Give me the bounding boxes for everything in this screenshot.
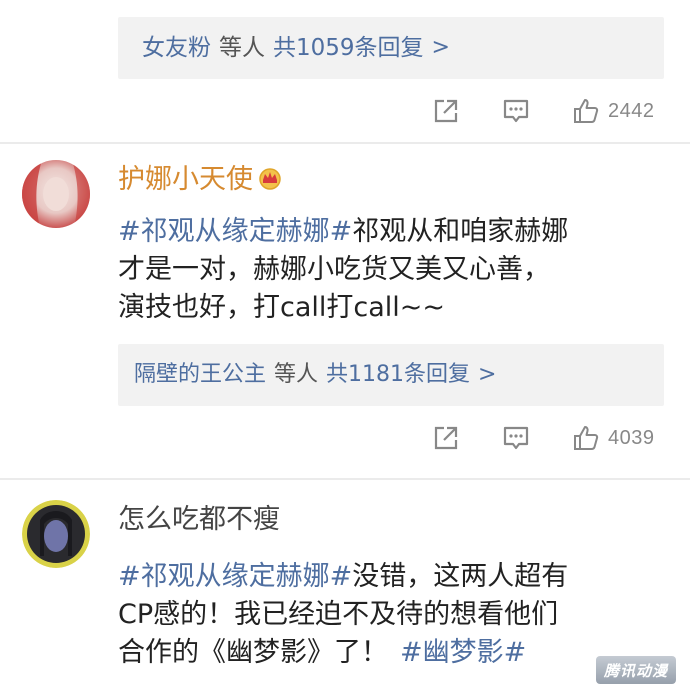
- watermark-logo: 腾讯动漫: [596, 656, 676, 684]
- comment-line: #祁观从缘定赫娜#没错，这两人超有: [118, 558, 678, 596]
- comment-button[interactable]: [502, 418, 530, 458]
- action-bar-1: 2442: [420, 91, 670, 131]
- thumbs-up-icon: [574, 99, 599, 123]
- divider: [0, 142, 690, 144]
- comment-line: CP感的！我已经迫不及待的想看他们: [118, 596, 678, 634]
- chevron-right-icon: >: [478, 362, 497, 387]
- comment-line: 演技也好，打call打call~~: [118, 289, 678, 327]
- comment-body: #祁观从缘定赫娜#祁观从和咱家赫娜 才是一对，赫娜小吃货又美又心善， 演技也好，…: [118, 213, 678, 327]
- chevron-right-icon: >: [431, 35, 450, 60]
- comment-text: 没错，这两人超有: [352, 561, 569, 592]
- comment-icon: [503, 426, 529, 450]
- reply-etc: 等人: [274, 362, 319, 387]
- share-icon: [434, 99, 458, 123]
- reply-summary-1[interactable]: 女友粉 等人 共1059条回复 >: [118, 17, 664, 79]
- reply-count[interactable]: 共1181条回复: [326, 364, 470, 386]
- divider: [0, 478, 690, 480]
- crown-badge-icon: [257, 166, 283, 195]
- comment-text: CP感的！我已经迫不及待的想看他们: [118, 599, 559, 630]
- avatar-image: [22, 160, 90, 228]
- like-count: 4039: [608, 426, 655, 449]
- comment-line: 才是一对，赫娜小吃货又美又心善，: [118, 251, 678, 289]
- reply-summary-2[interactable]: 隔壁的王公主 等人 共1181条回复 >: [118, 344, 664, 406]
- username-text[interactable]: 怎么吃都不瘦: [118, 504, 280, 535]
- comment-button[interactable]: [502, 91, 530, 131]
- share-button[interactable]: [432, 418, 460, 458]
- avatar[interactable]: [22, 500, 90, 568]
- hashtag-link[interactable]: #祁观从缘定赫娜#: [118, 561, 352, 592]
- comment-text: 合作的《幽梦影》了！: [118, 637, 388, 668]
- reply-users[interactable]: 隔壁的王公主: [134, 364, 266, 386]
- share-icon: [434, 426, 458, 450]
- comment-body: #祁观从缘定赫娜#没错，这两人超有 CP感的！我已经迫不及待的想看他们 合作的《…: [118, 558, 678, 672]
- avatar-image: [22, 500, 90, 568]
- comment-line: #祁观从缘定赫娜#祁观从和咱家赫娜: [118, 213, 678, 251]
- comment-text: 祁观从和咱家赫娜: [352, 216, 569, 247]
- thumbs-up-icon: [574, 426, 599, 450]
- username[interactable]: 怎么吃都不瘦: [118, 506, 280, 533]
- avatar[interactable]: [22, 160, 90, 228]
- reply-users[interactable]: 女友粉: [142, 36, 211, 60]
- like-count: 2442: [608, 99, 655, 122]
- username[interactable]: 护娜小天使: [118, 166, 283, 195]
- comment-line: 合作的《幽梦影》了！ #幽梦影#: [118, 634, 678, 672]
- hashtag-link[interactable]: #祁观从缘定赫娜#: [118, 216, 352, 247]
- reply-count[interactable]: 共1059条回复: [273, 36, 424, 60]
- username-text[interactable]: 护娜小天使: [118, 164, 253, 195]
- reply-etc: 等人: [219, 34, 265, 61]
- hashtag-link[interactable]: #幽梦影#: [400, 637, 526, 668]
- like-button[interactable]: 4039: [572, 418, 655, 458]
- comment-text: 演技也好，打call打call~~: [118, 292, 446, 323]
- like-button[interactable]: 2442: [572, 91, 655, 131]
- share-button[interactable]: [432, 91, 460, 131]
- watermark-text: 腾讯动漫: [603, 661, 668, 680]
- action-bar-2: 4039: [420, 418, 670, 458]
- comment-text: 才是一对，赫娜小吃货又美又心善，: [118, 254, 550, 285]
- comment-icon: [503, 99, 529, 123]
